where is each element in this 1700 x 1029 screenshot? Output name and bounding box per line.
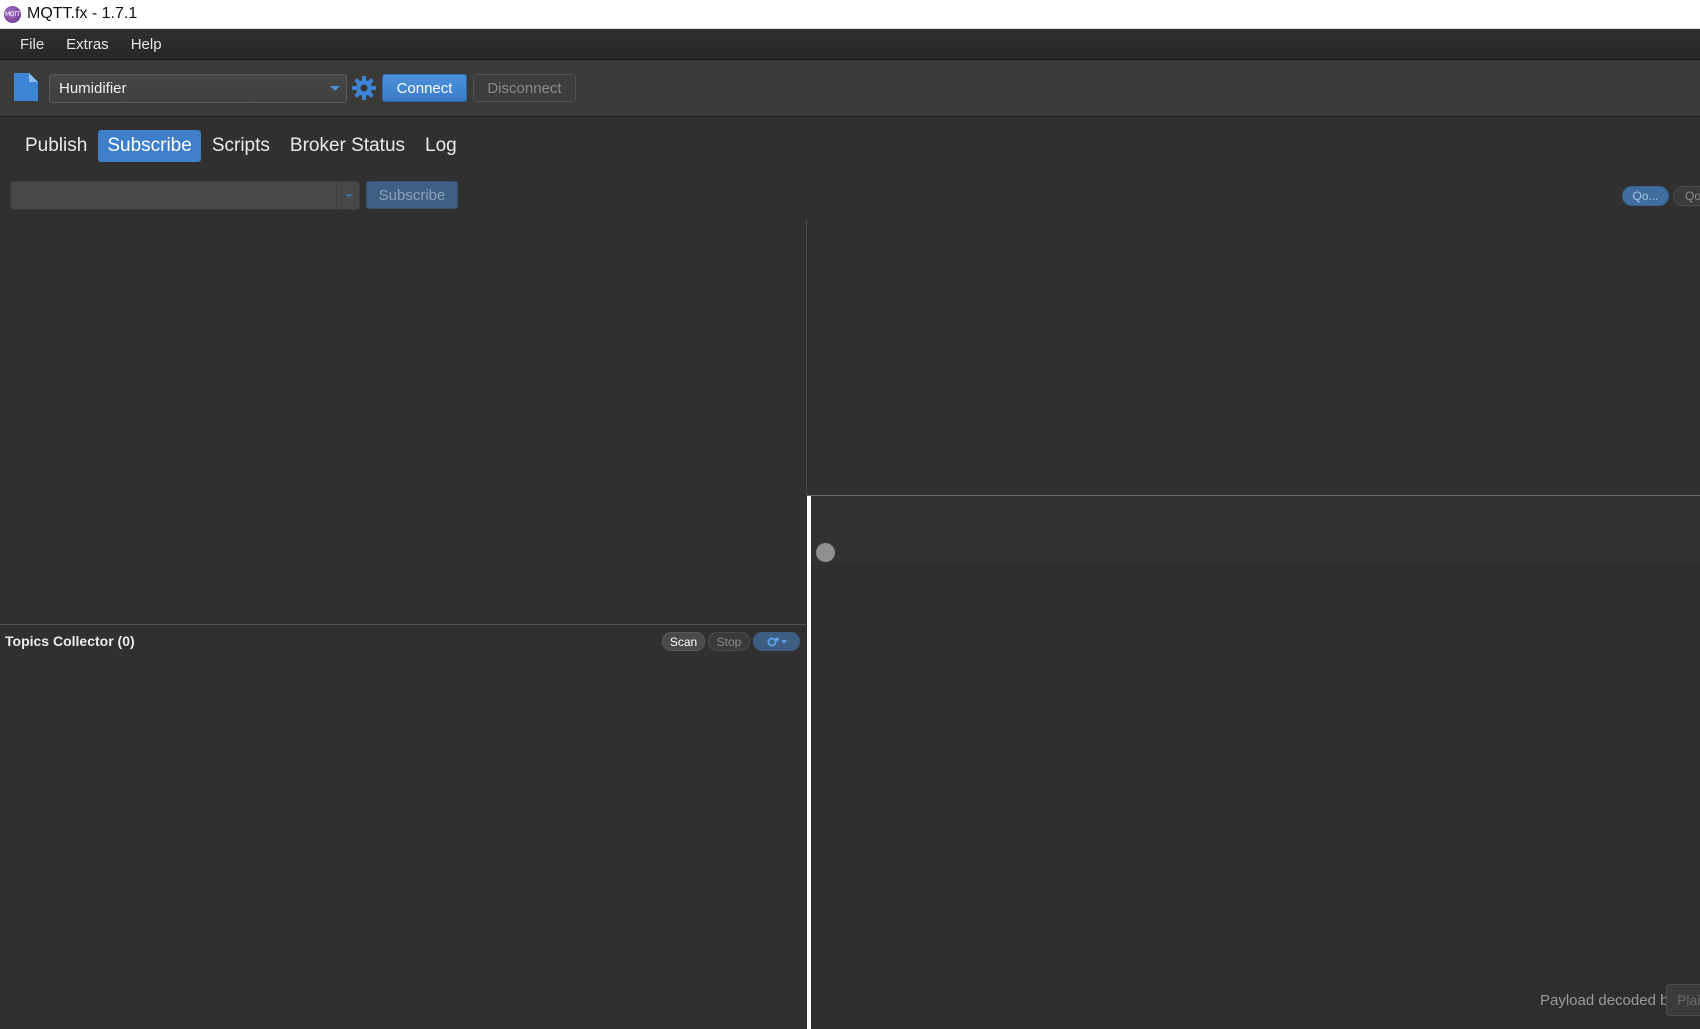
- topics-collector-title: Topics Collector (0): [5, 633, 135, 649]
- tab-scripts[interactable]: Scripts: [203, 130, 279, 162]
- tab-log[interactable]: Log: [416, 130, 466, 162]
- menu-file[interactable]: File: [9, 32, 55, 57]
- payload-decoder-label: Payload decoded by: [1540, 992, 1676, 1009]
- chevron-down-icon: [330, 86, 340, 91]
- disconnect-button[interactable]: Disconnect: [473, 74, 576, 102]
- stop-button[interactable]: Stop: [708, 632, 750, 651]
- menu-help[interactable]: Help: [120, 32, 173, 57]
- subscribe-bar: Subscribe Qo... Qo: [0, 174, 1700, 219]
- collector-options-button[interactable]: [753, 632, 800, 651]
- window-title: MQTT.fx - 1.7.1: [27, 5, 138, 22]
- payload-decoder-select[interactable]: Plai: [1666, 984, 1700, 1016]
- payload-decoder-value: Plai: [1677, 992, 1700, 1008]
- file-icon[interactable]: [14, 73, 38, 101]
- menu-bar: File Extras Help: [0, 29, 1700, 60]
- qos-selector[interactable]: Qo...: [1622, 186, 1669, 206]
- gear-icon[interactable]: [351, 75, 377, 101]
- message-payload-area: [811, 566, 1700, 1029]
- scan-button[interactable]: Scan: [662, 632, 705, 651]
- profile-select[interactable]: Humidifier: [49, 74, 347, 103]
- gear-icon: [767, 637, 787, 646]
- title-bar: MQTT MQTT.fx - 1.7.1: [0, 0, 1700, 29]
- subscribe-button[interactable]: Subscribe: [366, 181, 458, 209]
- app-logo: MQTT: [4, 5, 21, 23]
- topic-input[interactable]: [10, 181, 360, 210]
- topics-collector-list: [0, 656, 806, 1029]
- tab-broker-status[interactable]: Broker Status: [281, 130, 414, 162]
- messages-list: [807, 219, 1700, 495]
- subscriptions-list: [0, 219, 806, 625]
- menu-extras[interactable]: Extras: [55, 32, 120, 57]
- tab-publish[interactable]: Publish: [16, 130, 96, 162]
- status-indicator: [816, 543, 835, 562]
- connection-toolbar: Humidifier Connect Disconnect: [0, 60, 1700, 117]
- main-tabs: Publish Subscribe Scripts Broker Status …: [0, 118, 1700, 174]
- app-logo-text: MQTT: [4, 10, 21, 18]
- qos-selector-secondary[interactable]: Qo: [1673, 186, 1700, 206]
- profile-select-value: Humidifier: [59, 80, 127, 97]
- topics-collector-header: Topics Collector (0) Scan Stop: [0, 626, 806, 656]
- chevron-down-icon: [344, 193, 353, 198]
- connect-button[interactable]: Connect: [382, 74, 467, 102]
- message-detail-header: [811, 496, 1700, 566]
- tab-subscribe[interactable]: Subscribe: [98, 130, 201, 162]
- topic-dropdown-toggle[interactable]: [336, 181, 360, 210]
